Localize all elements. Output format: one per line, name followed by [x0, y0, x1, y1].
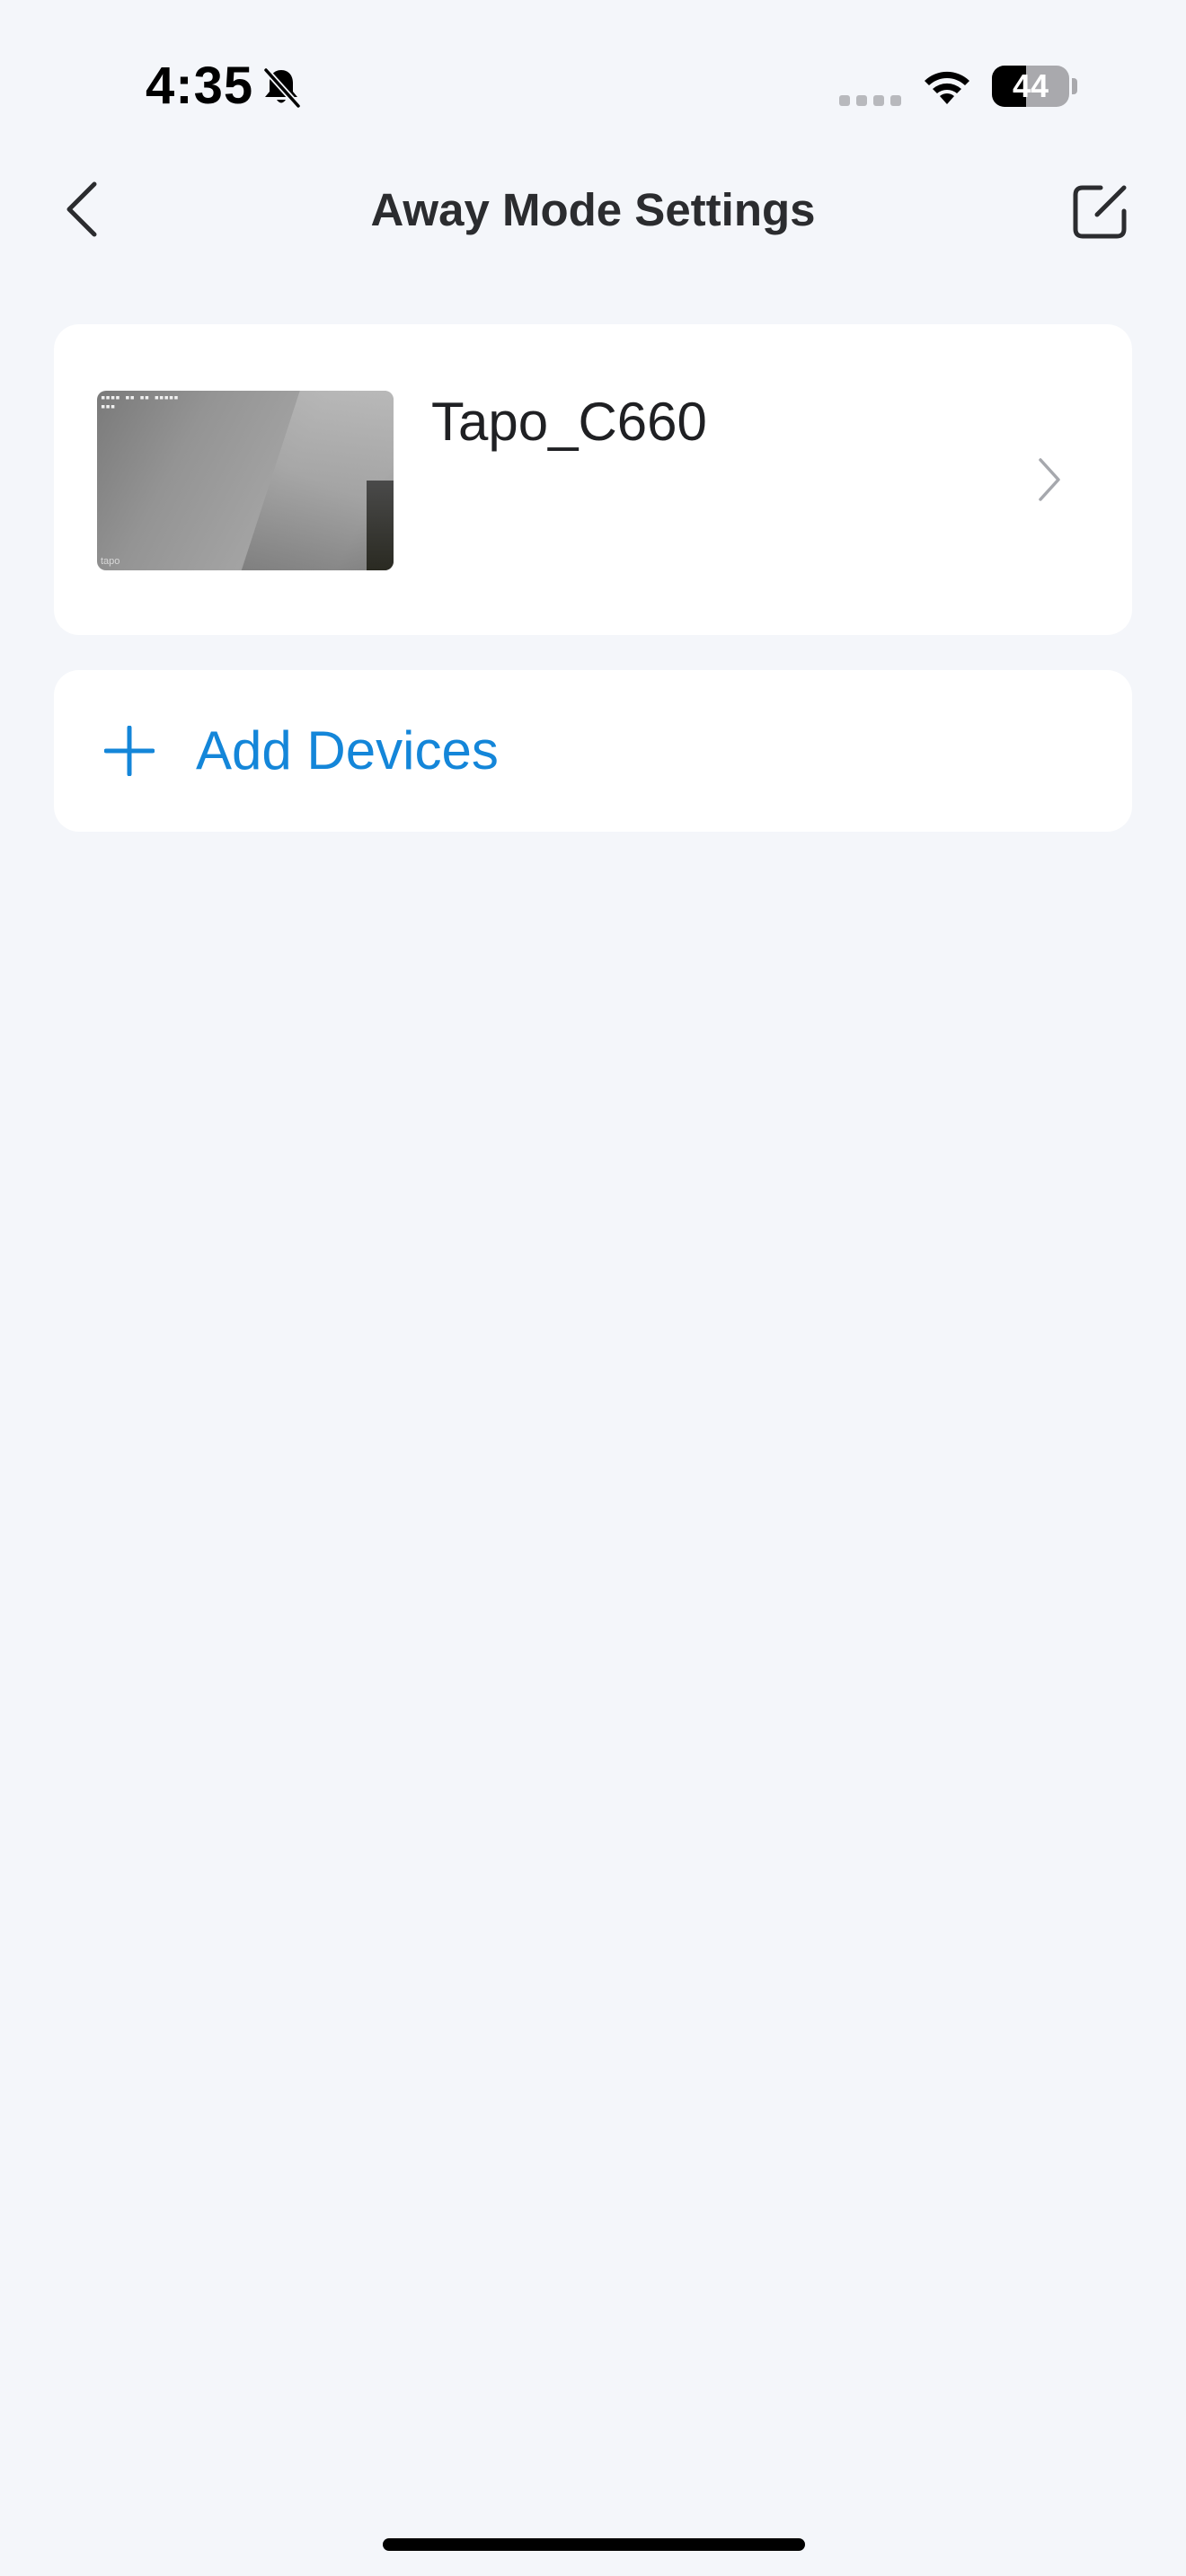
battery-indicator: 44	[992, 66, 1069, 107]
add-devices-label: Add Devices	[196, 720, 499, 781]
cellular-signal-icon	[839, 95, 901, 106]
camera-thumbnail: ▪▪▪▪ ▪▪ ▪▪ ▪▪▪▪▪ ▪▪▪ tapo	[97, 391, 394, 570]
back-button[interactable]	[50, 171, 113, 248]
device-name: Tapo_C660	[431, 392, 707, 452]
plus-icon	[104, 726, 155, 776]
wifi-icon	[925, 71, 969, 104]
battery-cap	[1072, 78, 1077, 94]
page-title: Away Mode Settings	[370, 184, 816, 235]
bell-slash-icon	[262, 66, 302, 110]
chevron-right-icon	[1039, 458, 1060, 501]
edit-square-icon	[1073, 185, 1127, 239]
battery-percent: 44	[1012, 67, 1049, 104]
status-bar: 4:35 44	[0, 0, 1186, 171]
status-time: 4:35	[146, 57, 254, 115]
thumbnail-corner	[367, 481, 394, 570]
thumbnail-osd-overlay: ▪▪▪▪ ▪▪ ▪▪ ▪▪▪▪▪ ▪▪▪	[101, 393, 179, 411]
edit-button[interactable]	[1066, 178, 1134, 246]
add-devices-button[interactable]: Add Devices	[54, 670, 1132, 832]
device-card[interactable]: ▪▪▪▪ ▪▪ ▪▪ ▪▪▪▪▪ ▪▪▪ tapo	[54, 324, 1132, 635]
chevron-left-icon	[66, 181, 97, 237]
home-indicator[interactable]	[383, 2538, 805, 2551]
thumbnail-watermark: tapo	[101, 556, 120, 567]
